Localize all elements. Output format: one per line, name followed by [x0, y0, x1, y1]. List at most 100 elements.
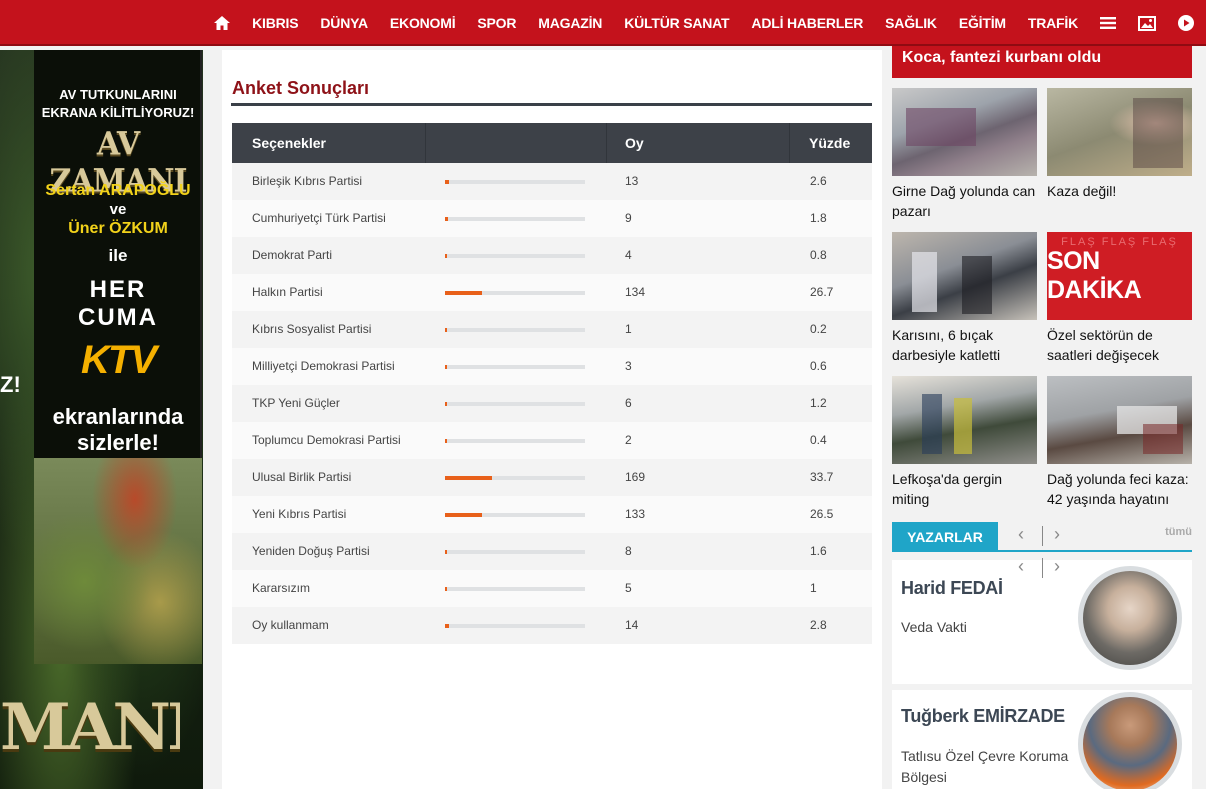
news-thumbnail[interactable]: [892, 88, 1037, 176]
option-label: TKP Yeni Güçler: [252, 396, 340, 410]
ad-tagline-line2: EKRANA KİLİTLİYORUZ!: [41, 105, 195, 120]
writer-name[interactable]: Harid FEDAİ: [901, 578, 1003, 599]
vote-percent: 0.6: [810, 359, 827, 373]
vote-bar-fill: [445, 254, 447, 258]
chevron-right-icon[interactable]: ›: [1054, 524, 1060, 545]
writer-avatar[interactable]: [1078, 566, 1182, 670]
nav-kibris[interactable]: KIBRIS: [252, 15, 298, 31]
vote-bar-track: [445, 217, 585, 221]
chevron-right-icon[interactable]: ›: [1054, 556, 1060, 577]
nav-magazin[interactable]: MAGAZİN: [538, 15, 602, 31]
news-caption[interactable]: Dağ yolunda feci kaza: 42 yaşında hayatı…: [1047, 469, 1193, 509]
news-thumbnail[interactable]: [892, 232, 1037, 320]
vote-bar-track: [445, 550, 585, 554]
writers-tab[interactable]: YAZARLAR: [892, 522, 998, 552]
news-item[interactable]: Girne Dağ yolunda can pazarı: [892, 88, 1038, 221]
vote-percent: 33.7: [810, 470, 834, 484]
chevron-left-icon[interactable]: ‹: [1018, 556, 1024, 577]
option-label: Milliyetçi Demokrasi Partisi: [252, 359, 395, 373]
vote-bar-track: [445, 365, 585, 369]
news-item[interactable]: Lefkoşa'da gergin miting: [892, 376, 1038, 509]
nav-saglik[interactable]: SAĞLIK: [885, 15, 937, 31]
writer-article-title[interactable]: Veda Vakti: [901, 617, 1076, 638]
vote-bar-track: [445, 402, 585, 406]
vote-bar-fill: [445, 476, 493, 480]
headline-banner[interactable]: Koca, fantezi kurbanı oldu: [892, 46, 1192, 78]
arrow-separator: [1042, 558, 1043, 578]
son-dakika-thumbnail[interactable]: FLAŞ FLAŞ FLAŞ SON DAKİKA: [1047, 232, 1192, 320]
ad-host1: Sertan ARAPOĞLU: [45, 182, 191, 199]
nav-spor[interactable]: SPOR: [477, 15, 516, 31]
vote-bar-fill: [445, 513, 483, 517]
nav-ekonomi[interactable]: EKONOMİ: [390, 15, 456, 31]
image-icon[interactable]: [1138, 15, 1156, 31]
writer-card[interactable]: ‹ › Harid FEDAİ Veda Vakti: [892, 556, 1192, 684]
vote-bar-fill: [445, 217, 448, 221]
nav-trafik[interactable]: TRAFİK: [1028, 15, 1078, 31]
poll-table-header: Seçenekler Oy Yüzde: [232, 123, 872, 163]
nav-adli-haberler[interactable]: ADLİ HABERLER: [751, 15, 863, 31]
writer-avatar[interactable]: [1078, 692, 1182, 789]
news-caption[interactable]: Kaza değil!: [1047, 181, 1193, 201]
news-item[interactable]: Kaza değil!: [1047, 88, 1193, 201]
vote-percent: 0.2: [810, 322, 827, 336]
vote-percent: 1.2: [810, 396, 827, 410]
nav-dunya[interactable]: DÜNYA: [320, 15, 368, 31]
writer-name[interactable]: Tuğberk EMİRZADE: [901, 706, 1065, 727]
chevron-left-icon[interactable]: ‹: [1018, 524, 1024, 545]
ad-ekran-text: ekranlarında sizlerle!: [34, 404, 202, 456]
ad-and: ve: [109, 201, 127, 218]
vote-count: 14: [625, 618, 639, 632]
header-divider: [425, 123, 426, 163]
all-writers-link[interactable]: tümü: [1165, 526, 1192, 538]
vote-bar-track: [445, 513, 585, 517]
news-thumbnail[interactable]: [1047, 376, 1192, 464]
poll-table: Seçenekler Oy Yüzde Birleşik Kıbrıs Part…: [232, 123, 872, 644]
header-percent: Yüzde: [809, 135, 851, 151]
option-label: Yeniden Doğuş Partisi: [252, 544, 370, 558]
ad-with: ile: [108, 246, 128, 265]
ad-host2: Üner ÖZKUM: [68, 220, 168, 237]
table-row: Yeni Kıbrıs Partisi 133 26.5: [232, 496, 872, 533]
vote-count: 134: [625, 285, 646, 299]
vote-bar-fill: [445, 624, 449, 628]
vote-bar-track: [445, 254, 585, 258]
vote-bar-fill: [445, 587, 447, 591]
menu-icon[interactable]: [1100, 16, 1116, 30]
news-caption[interactable]: Karısını, 6 bıçak darbesiyle katletti: [892, 325, 1038, 365]
vote-bar-track: [445, 439, 585, 443]
vote-percent: 26.5: [810, 507, 834, 521]
news-item[interactable]: FLAŞ FLAŞ FLAŞ SON DAKİKA Özel sektörün …: [1047, 232, 1193, 365]
title-divider: [231, 103, 872, 106]
writer-article-title[interactable]: Tatlısu Özel Çevre Koruma Bölgesi: [901, 746, 1076, 788]
news-caption[interactable]: Girne Dağ yolunda can pazarı: [892, 181, 1038, 221]
table-row: Toplumcu Demokrasi Partisi 2 0.4: [232, 422, 872, 459]
top-nav-bar: KIBRIS DÜNYA EKONOMİ SPOR MAGAZİN KÜLTÜR…: [0, 0, 1206, 46]
vote-bar-fill: [445, 180, 449, 184]
ktv-logo: KTV: [81, 338, 157, 382]
table-row: Demokrat Parti 4 0.8: [232, 237, 872, 274]
news-item[interactable]: Dağ yolunda feci kaza: 42 yaşında hayatı…: [1047, 376, 1193, 509]
news-thumbnail[interactable]: [1047, 88, 1192, 176]
vote-percent: 1: [810, 581, 817, 595]
left-advertisement[interactable]: Z! AV TUTKUNLARINI EKRANA KİLİTLİYORUZ! …: [0, 50, 203, 789]
vote-bar-track: [445, 587, 585, 591]
news-caption[interactable]: Özel sektörün de saatleri değişecek: [1047, 325, 1193, 365]
vote-percent: 1.6: [810, 544, 827, 558]
play-icon[interactable]: [1178, 15, 1194, 31]
header-divider: [789, 123, 790, 163]
nav-egitim[interactable]: EĞİTİM: [959, 15, 1006, 31]
option-label: Cumhuriyetçi Türk Partisi: [252, 211, 386, 225]
vote-bar-fill: [445, 365, 447, 369]
home-icon[interactable]: [214, 16, 231, 30]
breaking-news-text: SON DAKİKA: [1047, 247, 1142, 304]
news-caption[interactable]: Lefkoşa'da gergin miting: [892, 469, 1038, 509]
vote-count: 2: [625, 433, 632, 447]
nav-kultur-sanat[interactable]: KÜLTÜR SANAT: [624, 15, 729, 31]
vote-count: 133: [625, 507, 646, 521]
writer-card[interactable]: Tuğberk EMİRZADE Tatlısu Özel Çevre Koru…: [892, 690, 1192, 789]
news-thumbnail[interactable]: [892, 376, 1037, 464]
vote-count: 1: [625, 322, 632, 336]
news-item[interactable]: Karısını, 6 bıçak darbesiyle katletti: [892, 232, 1038, 365]
ad-bottom-logo: MANI: [0, 690, 180, 765]
